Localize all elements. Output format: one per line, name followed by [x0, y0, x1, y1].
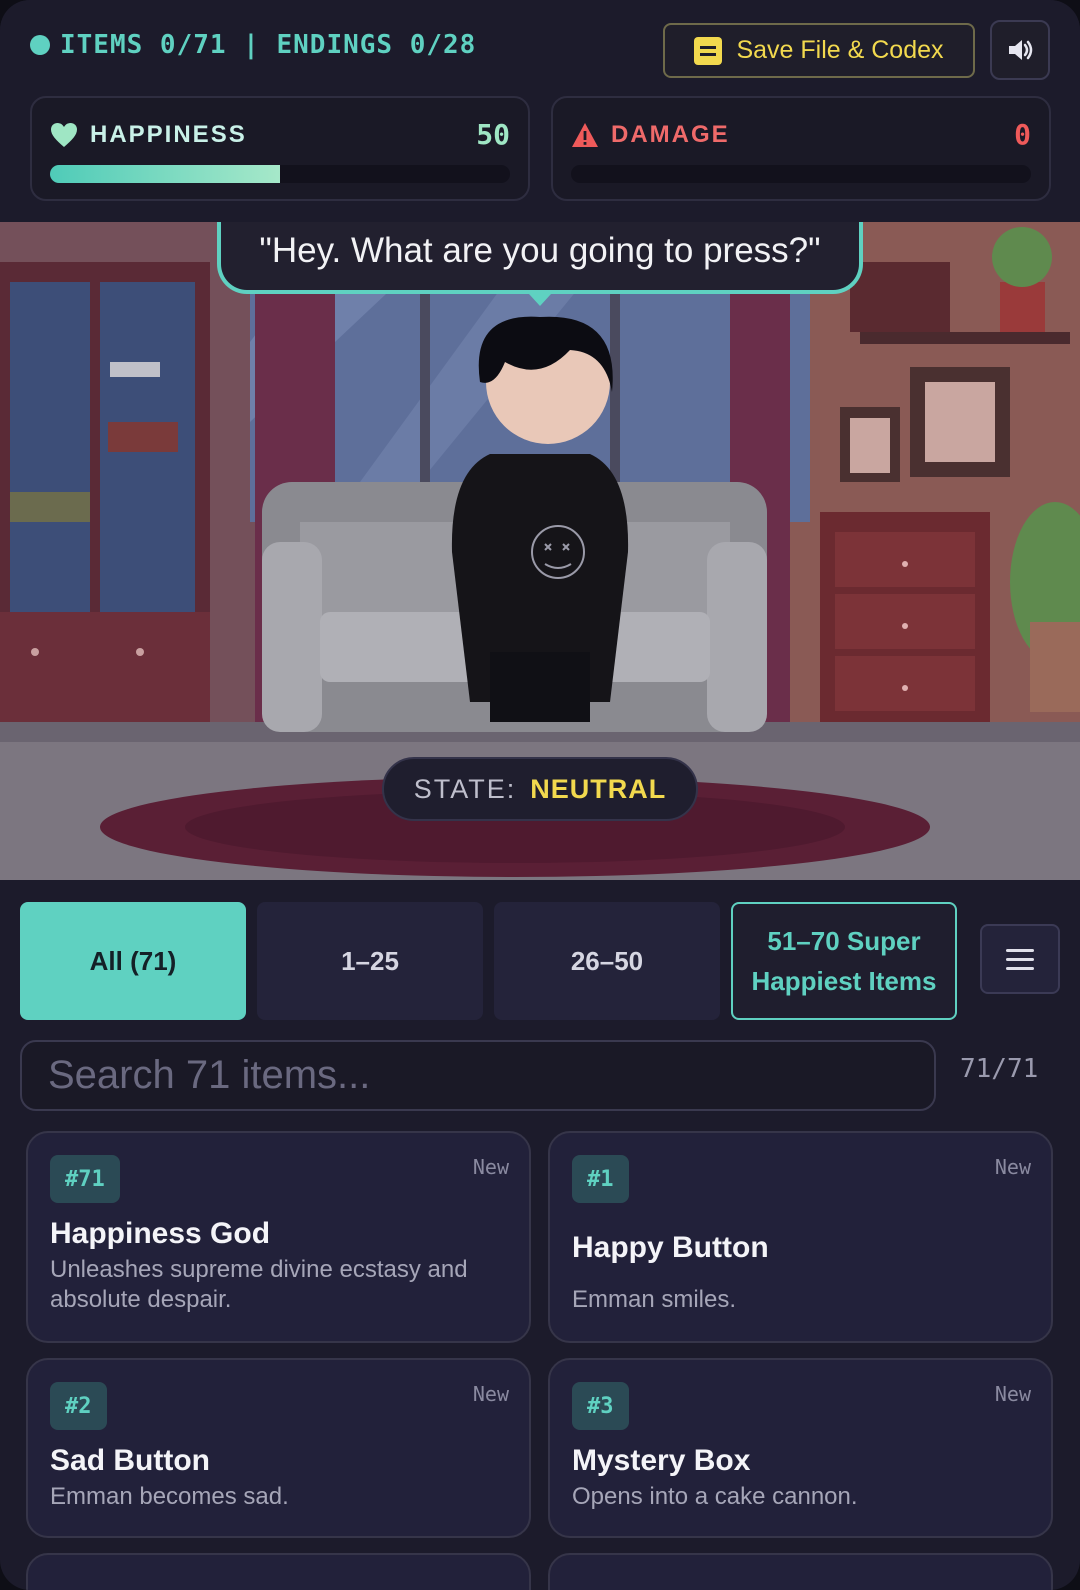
tab-1-25[interactable]: 1–25 [257, 902, 483, 1020]
item-description: Unleashes supreme divine ecstasy and abs… [50, 1256, 468, 1313]
item-card[interactable]: #71 New Happiness God Unleashes supreme … [26, 1131, 531, 1343]
item-card[interactable] [26, 1553, 531, 1590]
happiness-label: HAPPINESS [90, 120, 247, 148]
damage-label: DAMAGE [611, 120, 730, 148]
progress-counter: ITEMS 0/71 | ENDINGS 0/28 [30, 30, 476, 60]
happiness-bar [50, 165, 510, 183]
dialogue-tail [529, 294, 551, 306]
new-tag: New [472, 1382, 509, 1406]
status-dot-icon [30, 35, 50, 55]
hud: ITEMS 0/71 | ENDINGS 0/28 Save File & Co… [0, 0, 1080, 222]
item-title: Happiness God [50, 1217, 271, 1250]
speaker-icon [1009, 40, 1033, 60]
item-description: Opens into a cake cannon. [572, 1483, 858, 1510]
item-card[interactable]: #2 New Sad Button Emman becomes sad. [26, 1358, 531, 1538]
item-card[interactable]: #1 New Happy Button Emman smiles. [548, 1131, 1053, 1343]
item-title: Mystery Box [572, 1444, 751, 1477]
item-description: Emman becomes sad. [50, 1483, 289, 1510]
damage-bar [571, 165, 1031, 183]
progress-counter-text: ITEMS 0/71 | ENDINGS 0/28 [60, 30, 477, 60]
item-title: Sad Button [50, 1444, 210, 1477]
save-button-label: Save File & Codex [736, 36, 944, 64]
new-tag: New [994, 1155, 1031, 1179]
dialogue-bubble: "Hey. What are you going to press?" [217, 222, 863, 294]
tab-26-50[interactable]: 26–50 [494, 902, 720, 1020]
game-app: ITEMS 0/71 | ENDINGS 0/28 Save File & Co… [0, 0, 1080, 1590]
item-number-badge: #2 [50, 1382, 107, 1430]
dialogue-text: "Hey. What are you going to press?" [259, 231, 821, 270]
damage-value: 0 [1014, 118, 1031, 151]
state-label: STATE: [413, 773, 517, 804]
new-tag: New [994, 1382, 1031, 1406]
state-value: NEUTRAL [530, 773, 667, 804]
item-number-badge: #3 [572, 1382, 629, 1430]
result-count: 71/71 [960, 1054, 1039, 1084]
document-icon [694, 36, 723, 65]
hamburger-icon-line [1006, 948, 1034, 952]
tab-51-70[interactable]: 51–70 Super Happiest Items [731, 902, 957, 1020]
save-file-codex-button[interactable]: Save File & Codex [663, 23, 975, 78]
state-indicator: STATE: NEUTRAL [382, 757, 698, 821]
damage-meter: DAMAGE 0 [551, 96, 1051, 201]
happiness-meter: HAPPINESS 50 [30, 96, 530, 201]
item-filter-tabs: All (71) 1–25 26–50 51–70 Super Happiest… [20, 902, 1060, 1020]
item-description: Emman smiles. [572, 1286, 737, 1313]
search-input[interactable] [20, 1040, 936, 1111]
happiness-bar-fill [50, 165, 280, 183]
warning-icon [572, 122, 598, 147]
menu-button[interactable] [980, 924, 1060, 994]
hamburger-icon-line [1006, 957, 1034, 961]
new-tag: New [472, 1155, 509, 1179]
item-card[interactable] [548, 1553, 1053, 1590]
hamburger-icon-line [1006, 966, 1034, 970]
item-card[interactable]: #3 New Mystery Box Opens into a cake can… [548, 1358, 1053, 1538]
item-title: Happy Button [572, 1231, 769, 1264]
game-scene[interactable]: "Hey. What are you going to press?" STAT… [0, 222, 1080, 880]
tab-all[interactable]: All (71) [20, 902, 246, 1020]
heart-icon [51, 122, 77, 147]
sound-toggle-button[interactable] [990, 20, 1050, 80]
item-number-badge: #1 [572, 1155, 629, 1203]
happiness-value: 50 [476, 118, 510, 151]
item-number-badge: #71 [50, 1155, 120, 1203]
